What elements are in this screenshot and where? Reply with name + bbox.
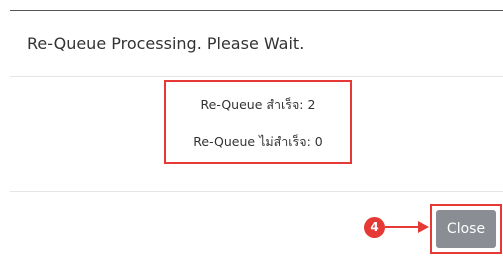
header-divider [10,76,503,77]
close-button[interactable]: Close [436,210,496,248]
arrow-right-icon [385,221,429,233]
dialog-title: Re-Queue Processing. Please Wait. [27,34,305,53]
success-count-text: Re-Queue สำเร็จ: 2 [200,97,316,112]
result-summary-box: Re-Queue สำเร็จ: 2 Re-Queue ไม่สำเร็จ: 0 [164,80,352,164]
dialog-top-border [10,10,503,11]
close-button-highlight: Close [430,204,502,254]
fail-count-text: Re-Queue ไม่สำเร็จ: 0 [193,134,323,149]
step-number-badge: 4 [364,217,385,238]
footer-divider [10,191,503,192]
